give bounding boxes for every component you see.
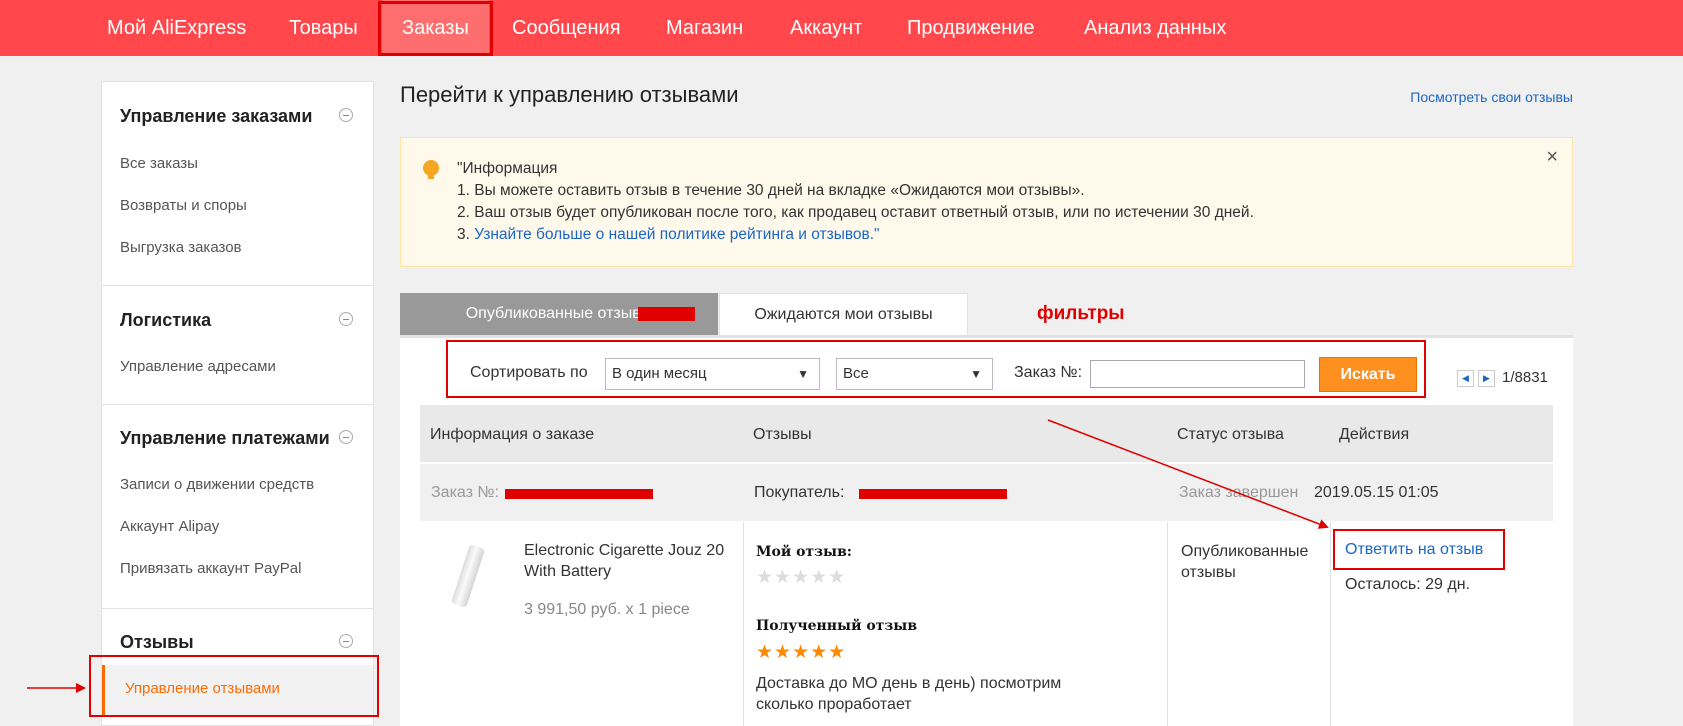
redaction-mark bbox=[859, 489, 1007, 499]
order-completed-label: Заказ завершен bbox=[1179, 484, 1299, 501]
column-header: Информация о заказе bbox=[430, 426, 595, 443]
my-review-stars: ★★★★★ bbox=[756, 567, 847, 588]
nav-account[interactable]: Аккаунт bbox=[790, 0, 862, 56]
info-line: 2. Ваш отзыв будет опубликован после тог… bbox=[457, 204, 1254, 221]
rating-policy-link[interactable]: Узнайте больше о нашей политике рейтинга… bbox=[474, 226, 879, 243]
annotation-filters-label: фильтры bbox=[1037, 303, 1125, 324]
sidebar-section-title-orders: Управление заказами bbox=[120, 106, 313, 126]
buyer-label: Покупатель: bbox=[754, 484, 845, 501]
pager-count: 1/8831 bbox=[1502, 369, 1548, 386]
sidebar: Управление заказами Все заказы Возвраты … bbox=[101, 81, 374, 726]
collapse-icon[interactable] bbox=[339, 312, 353, 326]
table-header: Информация о заказе Отзывы Статус отзыва… bbox=[420, 405, 1553, 462]
received-review-text: Доставка до МО день в день) посмотрим ск… bbox=[756, 675, 1062, 713]
sidebar-section-title-logistics: Логистика bbox=[120, 310, 212, 330]
caret-down-icon: ▼ bbox=[970, 367, 982, 381]
caret-down-icon: ▼ bbox=[797, 367, 809, 381]
review-status: Опубликованные отзывы bbox=[1181, 543, 1309, 581]
column-divider bbox=[1330, 522, 1331, 726]
collapse-icon[interactable] bbox=[339, 108, 353, 122]
info-heading: "Информация bbox=[457, 160, 558, 177]
tab-label: Опубликованные отзывы bbox=[465, 305, 653, 322]
received-review-title: Полученный отзыв bbox=[756, 618, 918, 634]
nav-messages[interactable]: Сообщения bbox=[512, 0, 621, 56]
received-review-stars: ★★★★★ bbox=[756, 642, 847, 663]
view-own-reviews-link[interactable]: Посмотреть свои отзывы bbox=[1410, 89, 1573, 105]
close-icon[interactable]: × bbox=[1546, 146, 1558, 169]
info-line: 1. Вы можете оставить отзыв в течение 30… bbox=[457, 182, 1085, 199]
sidebar-item-transactions[interactable]: Записи о движении средств bbox=[120, 476, 314, 493]
status-select-value: Все bbox=[843, 365, 869, 382]
next-page-icon[interactable]: ▶ bbox=[1478, 370, 1495, 387]
order-completed-date: 2019.05.15 01:05 bbox=[1314, 484, 1439, 501]
collapse-icon[interactable] bbox=[339, 634, 353, 648]
column-divider bbox=[1167, 522, 1168, 726]
column-divider bbox=[743, 522, 744, 726]
sidebar-divider bbox=[102, 404, 373, 405]
order-number-label: Заказ №: bbox=[1014, 364, 1083, 381]
annotation-box-review-management bbox=[89, 655, 379, 717]
column-header: Отзывы bbox=[753, 426, 812, 443]
sidebar-item-returns[interactable]: Возвраты и споры bbox=[120, 197, 247, 214]
page-title: Перейти к управлению отзывами bbox=[400, 82, 739, 107]
sidebar-section-title-reviews: Отзывы bbox=[120, 632, 194, 652]
order-row: Заказ №: Покупатель: Заказ завершен 2019… bbox=[420, 464, 1553, 521]
my-review-title: Мой отзыв: bbox=[756, 544, 852, 560]
lightbulb-icon bbox=[423, 160, 439, 179]
sidebar-divider bbox=[102, 608, 373, 609]
column-header: Действия bbox=[1339, 426, 1410, 443]
tab-label: Ожидаются мои отзывы bbox=[754, 306, 933, 323]
nav-data-analysis[interactable]: Анализ данных bbox=[1084, 0, 1226, 56]
annotation-box-orders-tab bbox=[378, 1, 493, 56]
search-button[interactable]: Искать bbox=[1319, 357, 1417, 392]
period-select-value: В один месяц bbox=[612, 365, 707, 382]
prev-page-icon[interactable]: ◀ bbox=[1457, 370, 1474, 387]
info-notice: × "Информация 1. Вы можете оставить отзы… bbox=[400, 137, 1573, 267]
info-line: 3. Узнайте больше о нашей политике рейти… bbox=[457, 226, 880, 244]
tab-pending-reviews[interactable]: Ожидаются мои отзывы bbox=[719, 293, 968, 335]
sidebar-item-addresses[interactable]: Управление адресами bbox=[120, 358, 276, 375]
sidebar-section-title-payments: Управление платежами bbox=[120, 428, 330, 448]
top-navigation: Мой AliExpress Товары Заказы Сообщения М… bbox=[0, 0, 1683, 56]
collapse-icon[interactable] bbox=[339, 430, 353, 444]
info-line-prefix: 3. bbox=[457, 226, 475, 243]
column-header: Статус отзыва bbox=[1177, 426, 1284, 443]
product-price: 3 991,50 руб. x 1 piece bbox=[524, 601, 690, 618]
product-name[interactable]: Electronic Cigarette Jouz 20 With Batter… bbox=[524, 540, 729, 582]
status-select[interactable]: Все ▼ bbox=[836, 358, 993, 390]
nav-products[interactable]: Товары bbox=[289, 0, 358, 56]
order-number-input[interactable] bbox=[1090, 360, 1305, 388]
redaction-mark bbox=[638, 307, 695, 321]
nav-store[interactable]: Магазин bbox=[666, 0, 743, 56]
period-select[interactable]: В один месяц ▼ bbox=[605, 358, 820, 390]
nav-promotion[interactable]: Продвижение bbox=[907, 0, 1035, 56]
remaining-days: Осталось: 29 дн. bbox=[1345, 576, 1470, 593]
sidebar-item-alipay[interactable]: Аккаунт Alipay bbox=[120, 518, 219, 535]
sort-label: Сортировать по bbox=[470, 364, 588, 381]
redaction-mark bbox=[505, 489, 653, 499]
sidebar-divider bbox=[102, 285, 373, 286]
reply-to-review-link[interactable]: Ответить на отзыв bbox=[1345, 541, 1483, 559]
sidebar-item-export-orders[interactable]: Выгрузка заказов bbox=[120, 239, 242, 256]
sidebar-item-paypal[interactable]: Привязать аккаунт PayPal bbox=[120, 560, 302, 577]
nav-my-aliexpress[interactable]: Мой AliExpress bbox=[107, 0, 246, 56]
order-number-label: Заказ №: bbox=[431, 484, 500, 501]
sidebar-item-all-orders[interactable]: Все заказы bbox=[120, 155, 198, 172]
